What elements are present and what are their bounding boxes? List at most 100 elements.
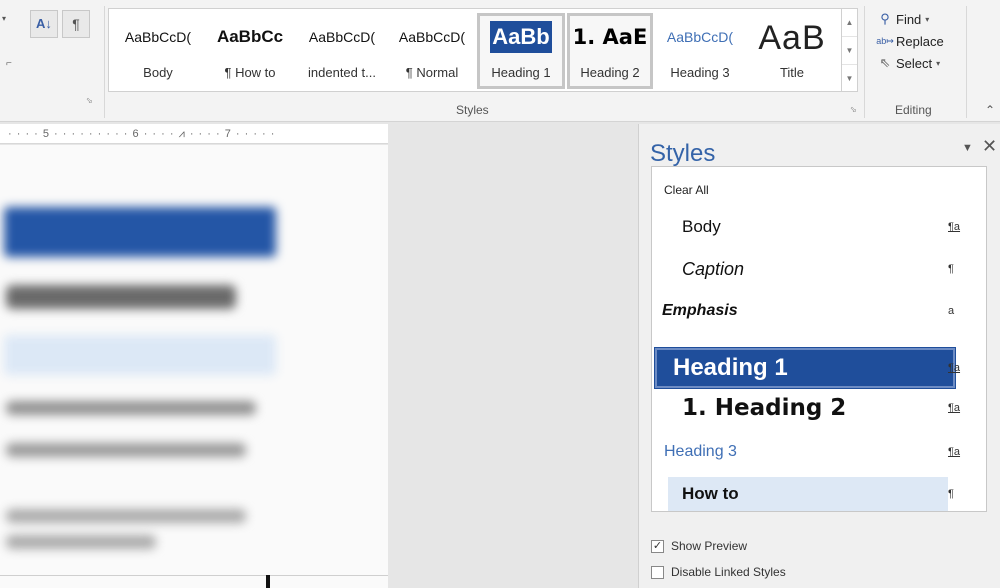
blurred-highlight-block <box>4 335 276 375</box>
linked-style-icon: ¶a <box>948 362 961 374</box>
gallery-style-heading-3[interactable]: AaBbCcD( Heading 3 <box>657 13 743 89</box>
style-preview: AaBbCcD( <box>124 29 192 45</box>
style-label: Body <box>682 217 721 236</box>
blurred-text <box>6 443 246 457</box>
styles-dialog-launcher-icon[interactable]: ⬂ <box>850 105 857 114</box>
style-preview: 1. AaE <box>572 25 648 49</box>
blurred-heading-block <box>4 207 276 257</box>
style-preview: AaB <box>758 19 826 55</box>
style-row-caption[interactable]: Caption ¶ <box>652 252 986 286</box>
style-row-heading-2[interactable]: 1. Heading 2 ¶a <box>652 391 986 425</box>
scroll-up-icon[interactable]: ▲ <box>842 9 857 37</box>
dropdown-arrow-icon[interactable]: ▾ <box>2 14 6 23</box>
collapse-ribbon-icon[interactable]: ⌃ <box>985 103 995 117</box>
style-name: ¶ How to <box>224 65 276 80</box>
style-preview: AaBbCcD( <box>666 29 734 45</box>
chevron-down-icon: ▾ <box>925 14 930 24</box>
style-row-heading-1[interactable]: Heading 1 <box>654 347 956 389</box>
blurred-text <box>6 401 256 415</box>
gallery-style-how-to[interactable]: AaBbCc ¶ How to <box>205 13 295 89</box>
horizontal-ruler[interactable]: · · · · 5 · · · · · · · · · 6 · · · · ⩘ … <box>0 124 390 144</box>
style-label: 1. Heading 2 <box>682 395 847 421</box>
style-name: Heading 3 <box>670 65 730 80</box>
page-break-line <box>0 575 388 576</box>
more-styles-icon[interactable]: ▼ <box>842 65 857 93</box>
editing-group-label: Editing <box>895 103 932 117</box>
sort-az-icon: A↓ <box>36 16 52 31</box>
style-name: Heading 1 <box>491 65 551 80</box>
show-preview-label: Show Preview <box>671 539 748 553</box>
show-formatting-button[interactable]: ¶ <box>62 10 90 38</box>
paragraph-style-icon: ¶ <box>948 488 954 500</box>
divider <box>966 6 967 118</box>
style-name: Heading 2 <box>580 65 640 80</box>
style-preview-text: AaBb <box>490 21 552 53</box>
linked-style-icon: ¶a <box>948 446 961 458</box>
select-label: Select <box>896 55 933 71</box>
style-label: Emphasis <box>662 302 738 319</box>
disable-linked-styles-checkbox[interactable]: Disable Linked Styles <box>651 563 786 581</box>
styles-list: Clear All Body ¶a Caption ¶ Emphasis a H… <box>651 166 987 512</box>
select-button[interactable]: ⇖ Select ▾ <box>874 52 964 74</box>
checkbox-unchecked-icon[interactable] <box>651 565 664 579</box>
search-icon: ⚲ <box>880 11 890 26</box>
style-row-heading-3[interactable]: Heading 3 ¶a <box>652 435 986 469</box>
sort-button[interactable]: A↓ <box>30 10 58 38</box>
show-preview-checkbox[interactable]: ✓ Show Preview <box>651 537 747 555</box>
text-cursor <box>266 575 270 588</box>
style-preview: AaBbCc <box>216 27 284 46</box>
linked-style-icon: ¶a <box>948 402 961 414</box>
gallery-style-heading-1[interactable]: AaBb Heading 1 <box>477 13 565 89</box>
blurred-text <box>6 509 246 523</box>
divider <box>104 6 105 118</box>
style-preview: AaBbCcD( <box>398 29 466 45</box>
replace-icon: ab↦ <box>876 35 894 46</box>
style-name: indented t... <box>308 65 376 80</box>
gallery-scroll: ▲ ▼ ▼ <box>842 8 858 92</box>
chevron-down-icon: ▾ <box>936 58 941 68</box>
gallery-style-title[interactable]: AaB Title <box>745 13 839 89</box>
blurred-text <box>6 535 156 549</box>
style-label: How to <box>682 484 739 503</box>
pane-title: Styles <box>650 140 716 167</box>
style-label: Caption <box>682 259 745 279</box>
divider <box>864 6 865 118</box>
style-label: Heading 3 <box>664 443 737 460</box>
cursor-icon: ⇖ <box>879 55 891 70</box>
style-name: ¶ Normal <box>405 65 459 80</box>
styles-gallery: AaBbCcD( Body AaBbCc ¶ How to AaBbCcD( i… <box>108 8 842 92</box>
checkbox-checked-icon[interactable]: ✓ <box>651 539 664 553</box>
style-row-body[interactable]: Body ¶a <box>652 210 986 244</box>
disable-linked-label: Disable Linked Styles <box>671 565 786 579</box>
style-preview: AaBbCcD( <box>308 29 376 45</box>
style-row-clear-all[interactable]: Clear All <box>652 173 986 207</box>
find-button[interactable]: ⚲ Find ▾ <box>874 8 964 30</box>
gallery-style-body[interactable]: AaBbCcD( Body <box>113 13 203 89</box>
style-name: Body <box>143 65 173 80</box>
replace-button[interactable]: ab↦ Replace <box>874 30 964 52</box>
linked-style-icon: ¶a <box>948 221 961 233</box>
gallery-style-normal[interactable]: AaBbCcD( ¶ Normal <box>389 13 475 89</box>
style-label: Clear All <box>664 183 709 197</box>
close-icon[interactable]: ✕ <box>982 136 997 157</box>
gallery-style-indented[interactable]: AaBbCcD( indented t... <box>297 13 387 89</box>
pane-options-icon[interactable]: ▼ <box>962 142 973 154</box>
style-row-emphasis[interactable]: Emphasis a <box>652 294 986 328</box>
indent-marker-icon: ⌐ <box>6 58 12 69</box>
paragraph-style-icon: ¶ <box>948 263 954 275</box>
style-label: Heading 1 <box>673 354 788 381</box>
paragraph-buttons: ▾ A↓ ¶ <box>0 10 104 40</box>
paragraph-dialog-launcher-icon[interactable]: ⬂ <box>86 96 93 105</box>
find-label: Find <box>896 11 922 27</box>
scroll-down-icon[interactable]: ▼ <box>842 37 857 65</box>
style-row-how-to[interactable]: How to <box>668 477 948 511</box>
blurred-text <box>6 285 236 309</box>
document-page[interactable] <box>0 145 388 588</box>
style-name: Title <box>779 65 805 80</box>
document-canvas <box>388 124 638 588</box>
editing-group: ⚲ Find ▾ ab↦ Replace ⇖ Select ▾ <box>874 8 964 74</box>
gallery-style-heading-2[interactable]: 1. AaE Heading 2 <box>567 13 653 89</box>
character-style-icon: a <box>948 305 955 317</box>
replace-label: Replace <box>896 33 944 49</box>
ribbon: ▾ A↓ ¶ ⌐ ⬂ AaBbCcD( Body AaBbCc ¶ How to… <box>0 0 1000 122</box>
